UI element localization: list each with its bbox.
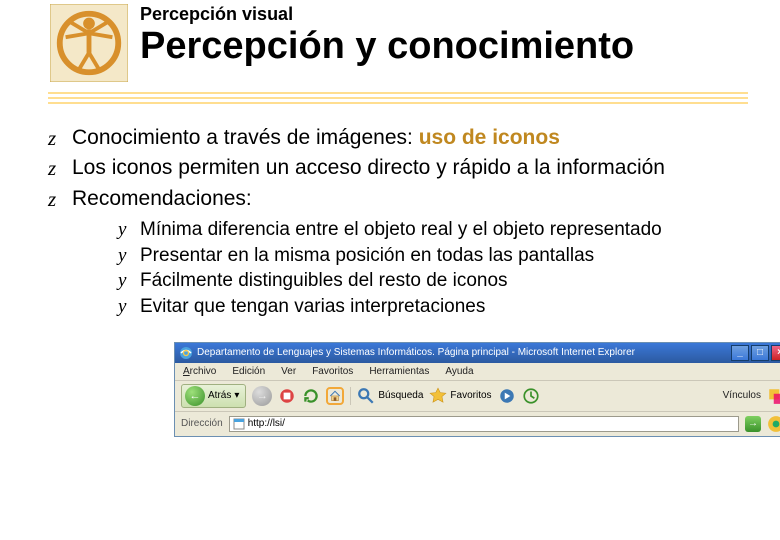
browser-toolbar: ← Atrás ▾ → Búsqueda [175,381,780,412]
forward-button[interactable]: → [252,386,272,406]
menu-herramientas[interactable]: Herramientas [369,366,429,377]
vitruvian-logo [50,4,128,82]
bullet-item: z Los iconos permiten un acceso directo … [48,154,740,182]
links-label[interactable]: Vínculos [723,390,761,401]
slide-header: Percepción visual Percepción y conocimie… [0,0,780,82]
norton-icon[interactable] [767,415,780,433]
sub-bullet-item: y Mínima diferencia entre el objeto real… [118,217,740,243]
browser-address-bar: Dirección http://lsi/ → [175,412,780,436]
bullet-glyph: z [48,124,72,152]
sub-bullet-item: y Fácilmente distinguibles del resto de … [118,268,740,294]
star-icon [429,387,447,405]
browser-titlebar: Departamento de Lenguajes y Sistemas Inf… [175,343,780,363]
refresh-icon[interactable] [302,387,320,405]
favorites-label: Favoritos [450,390,491,401]
slide-subtitle: Percepción visual [140,4,634,25]
sub-bullet-text: Mínima diferencia entre el objeto real y… [140,217,662,243]
dropdown-icon: ▾ [234,390,239,401]
ie-logo-icon [179,346,193,360]
menu-ayuda[interactable]: Ayuda [445,366,473,377]
bullet-glyph: z [48,154,72,182]
toolbar-separator [350,387,351,405]
sub-bullet-glyph: y [118,243,140,269]
home-button[interactable] [326,387,344,405]
address-label: Dirección [181,418,223,429]
bullet-highlight: uso de iconos [419,126,560,149]
browser-menubar: Archivo Edición Ver Favoritos Herramient… [175,363,780,381]
go-button[interactable]: → [745,416,761,432]
window-maximize-button[interactable]: □ [751,345,769,361]
search-button[interactable]: Búsqueda [357,387,423,405]
window-minimize-button[interactable]: _ [731,345,749,361]
slide-content: z Conocimiento a través de imágenes: uso… [0,124,780,437]
sub-bullet-glyph: y [118,268,140,294]
menu-favoritos[interactable]: Favoritos [312,366,353,377]
back-button[interactable]: ← Atrás ▾ [181,384,246,408]
back-arrow-icon: ← [185,386,205,406]
back-label: Atrás [208,390,231,401]
bullet-item: z Recomendaciones: [48,185,740,213]
media-icon[interactable] [498,387,516,405]
menu-ver[interactable]: Ver [281,366,296,377]
page-icon [233,418,245,430]
sub-bullet-glyph: y [118,217,140,243]
window-close-button[interactable]: × [771,345,780,361]
search-label: Búsqueda [378,390,423,401]
address-url: http://lsi/ [248,418,285,429]
sub-bullet-item: y Evitar que tengan varias interpretacio… [118,294,740,320]
sub-bullet-glyph: y [118,294,140,320]
address-input[interactable]: http://lsi/ [229,416,739,432]
menu-edicion[interactable]: Edición [232,366,265,377]
bullet-item: z Conocimiento a través de imágenes: uso… [48,124,740,152]
bullet-text: Conocimiento a través de imágenes: [72,126,419,149]
favorites-button[interactable]: Favoritos [429,387,491,405]
sub-bullet-text: Fácilmente distinguibles del resto de ic… [140,268,508,294]
header-divider [48,92,748,106]
history-icon[interactable] [522,387,540,405]
bullet-text: Los iconos permiten un acceso directo y … [72,154,665,182]
browser-window: Departamento de Lenguajes y Sistemas Inf… [174,342,780,437]
sub-bullet-item: y Presentar en la misma posición en toda… [118,243,740,269]
slide-title: Percepción y conocimiento [140,27,634,67]
search-icon [357,387,375,405]
bullet-glyph: z [48,185,72,213]
links-icon [767,387,780,405]
menu-archivo[interactable]: Archivo [183,366,216,377]
sub-bullet-text: Evitar que tengan varias interpretacione… [140,294,485,320]
sub-bullet-text: Presentar en la misma posición en todas … [140,243,594,269]
bullet-text: Recomendaciones: [72,185,252,213]
browser-title-text: Departamento de Lenguajes y Sistemas Inf… [197,347,731,358]
stop-icon[interactable] [278,387,296,405]
